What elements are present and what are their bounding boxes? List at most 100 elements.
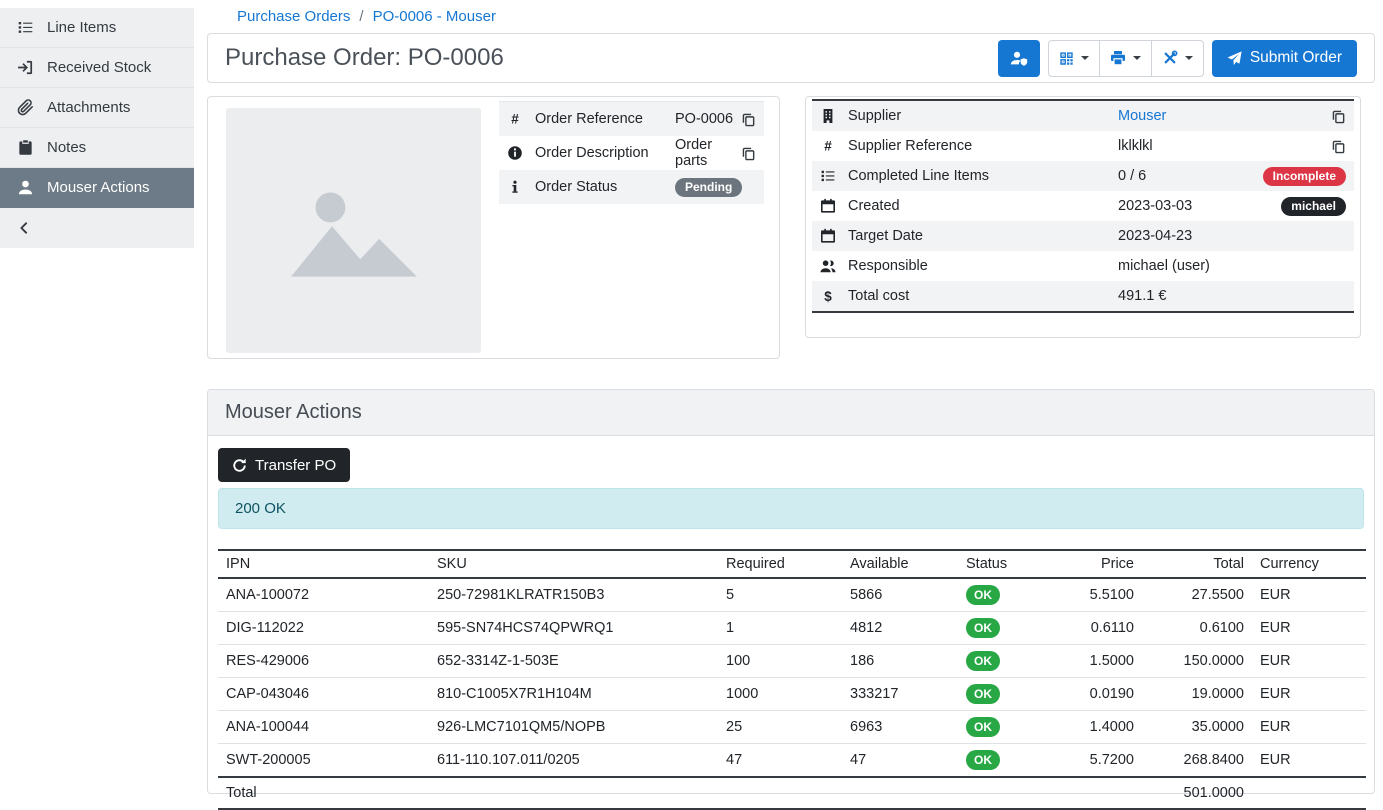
cell-status: OK [958, 612, 1047, 645]
cell-required: 47 [718, 744, 842, 778]
settings-dropdown-button[interactable] [1151, 40, 1204, 77]
refresh-icon [232, 458, 247, 473]
printer-icon [1110, 50, 1126, 66]
footer-total-label: Total [218, 777, 429, 809]
mouser-actions-title: Mouser Actions [225, 401, 1357, 424]
cell-ipn: RES-429006 [218, 645, 429, 678]
cell-available: 47 [842, 744, 958, 778]
cell-status: OK [958, 678, 1047, 711]
cell-available: 186 [842, 645, 958, 678]
status-ok-badge: OK [966, 750, 1000, 770]
detail-row-order-reference: # Order ReferencePO-0006 [499, 102, 764, 136]
mouser-actions-body: Transfer PO 200 OK IPNSKURequiredAvailab… [208, 436, 1374, 810]
cell-status: OK [958, 711, 1047, 744]
submit-order-button[interactable]: Submit Order [1212, 40, 1357, 77]
status-ok-badge: OK [966, 585, 1000, 605]
copy-icon[interactable] [741, 112, 756, 127]
cell-available: 5866 [842, 578, 958, 612]
detail-row-responsible: Responsiblemichael (user) [812, 251, 1354, 281]
cell-sku: 652-3314Z-1-503E [429, 645, 718, 678]
detail-label: Order Reference [535, 111, 675, 127]
cell-total: 0.6100 [1142, 612, 1252, 645]
column-header-status: Status [958, 550, 1047, 578]
cell-status: OK [958, 744, 1047, 778]
barcode-dropdown-button[interactable] [1048, 40, 1100, 77]
detail-row-supplier-reference: #Supplier Referencelklklkl [812, 131, 1354, 161]
part-row: RES-429006652-3314Z-1-503E100186OK1.5000… [218, 645, 1366, 678]
caret-down-icon [1133, 56, 1141, 60]
column-header-price: Price [1047, 550, 1142, 578]
mouser-actions-header: Mouser Actions [208, 390, 1374, 436]
qrcode-icon [1059, 51, 1074, 66]
app-root: Line Items Received Stock Attachments Notes… [0, 0, 1383, 794]
sidebar-item-notes[interactable]: Notes [0, 128, 194, 168]
breadcrumb-separator: / [359, 8, 363, 25]
transfer-po-label: Transfer PO [255, 457, 336, 474]
header-button-group [1048, 40, 1204, 77]
sidebar-item-attachments[interactable]: Attachments [0, 88, 194, 128]
detail-label: Created [848, 198, 1118, 214]
breadcrumb-link-po-0006[interactable]: PO-0006 - Mouser [373, 8, 496, 25]
copy-icon[interactable] [741, 146, 756, 161]
sidebar-item-mouser-actions[interactable]: Mouser Actions [0, 168, 194, 208]
sidebar-item-label: Mouser Actions [47, 179, 150, 196]
part-row: CAP-043046810-C1005X7R1H104M1000333217OK… [218, 678, 1366, 711]
transfer-po-button[interactable]: Transfer PO [218, 448, 350, 482]
sidebar-nav: Line Items Received Stock Attachments Notes… [0, 8, 194, 208]
detail-row-total-cost: $Total cost491.1 € [812, 281, 1354, 311]
cell-required: 1 [718, 612, 842, 645]
status-alert: 200 OK [218, 488, 1364, 529]
sidebar-item-line-items[interactable]: Line Items [0, 8, 194, 48]
list-icon [17, 19, 34, 36]
hash-icon: # [507, 111, 523, 127]
cell-available: 4812 [842, 612, 958, 645]
admin-user-button[interactable] [998, 40, 1040, 77]
sidebar-item-label: Attachments [47, 99, 130, 116]
cell-ipn: ANA-100072 [218, 578, 429, 612]
supplier-details-table: SupplierMouser#Supplier Referencelklklkl… [812, 99, 1354, 313]
parts-table-body: ANA-100072250-72981KLRATR150B355866OK5.5… [218, 578, 1366, 777]
detail-label: Total cost [848, 288, 1118, 304]
detail-value: 2023-04-23 [1118, 228, 1346, 244]
supplier-details-card: SupplierMouser#Supplier Referencelklklkl… [805, 96, 1361, 338]
caret-down-icon [1081, 56, 1089, 60]
submit-order-label: Submit Order [1250, 49, 1342, 67]
column-header-currency: Currency [1252, 550, 1366, 578]
users-icon [820, 258, 836, 274]
detail-value: PO-0006 [675, 111, 741, 127]
paper-plane-icon [1227, 51, 1242, 66]
sign-in-icon [17, 59, 34, 76]
cell-currency: EUR [1252, 678, 1366, 711]
cell-available: 333217 [842, 678, 958, 711]
cell-required: 1000 [718, 678, 842, 711]
page-header-card: Purchase Order: PO-0006 [207, 33, 1375, 83]
parts-table-head: IPNSKURequiredAvailableStatusPriceTotalC… [218, 550, 1366, 578]
badge-incomplete: Incomplete [1263, 167, 1346, 186]
sidebar-item-label: Line Items [47, 19, 116, 36]
order-details-card: #Order ReferencePO-0006Order Description… [207, 96, 780, 359]
header-actions: Submit Order [998, 40, 1357, 77]
order-details-section: #Order ReferencePO-0006Order Description… [207, 96, 1375, 359]
cell-currency: EUR [1252, 612, 1366, 645]
detail-value: Order parts [675, 137, 741, 169]
detail-row-supplier: SupplierMouser [812, 101, 1354, 131]
order-details-table: #Order ReferencePO-0006Order Description… [499, 101, 764, 204]
hash-icon: # [820, 138, 836, 154]
total-row: Total501.0000 [218, 777, 1366, 809]
column-header-total: Total [1142, 550, 1252, 578]
copy-icon[interactable] [1331, 109, 1346, 124]
sidebar-item-received-stock[interactable]: Received Stock [0, 48, 194, 88]
tasks-icon [820, 168, 836, 184]
cell-ipn: SWT-200005 [218, 744, 429, 778]
sidebar-collapse-button[interactable] [0, 208, 194, 248]
dollar-icon: $ [820, 288, 836, 304]
detail-value-link[interactable]: Mouser [1118, 108, 1331, 124]
copy-icon[interactable] [1331, 139, 1346, 154]
column-header-required: Required [718, 550, 842, 578]
cell-total: 150.0000 [1142, 645, 1252, 678]
clipboard-icon [17, 139, 34, 156]
cell-required: 5 [718, 578, 842, 612]
column-header-available: Available [842, 550, 958, 578]
breadcrumb-link-purchase-orders[interactable]: Purchase Orders [237, 8, 350, 25]
print-dropdown-button[interactable] [1099, 40, 1152, 77]
